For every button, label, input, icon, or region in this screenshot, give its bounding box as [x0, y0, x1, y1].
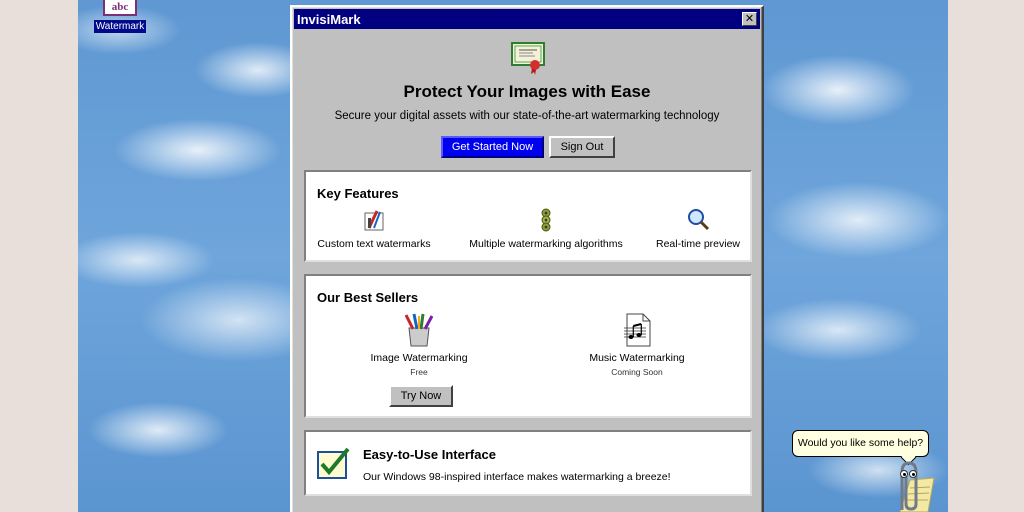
- feature-label: Real-time preview: [655, 238, 741, 250]
- gears-stack-icon: [541, 208, 551, 232]
- magnifier-icon: [688, 209, 710, 231]
- paint-brushes-icon: [404, 313, 434, 347]
- feature-realtime-preview: Real-time preview: [646, 208, 750, 250]
- window-titlebar[interactable]: InvisiMark ✕: [294, 9, 760, 29]
- feature-label: Custom text watermarks: [317, 238, 431, 250]
- close-button[interactable]: ✕: [742, 12, 757, 26]
- interface-title: Easy-to-Use Interface: [363, 447, 496, 462]
- feature-label: Multiple watermarking algorithms: [469, 238, 623, 250]
- desktop-icon-label: Watermark: [93, 20, 147, 33]
- interface-description: Our Windows 98-inspired interface makes …: [363, 471, 671, 483]
- product-price: Free: [410, 367, 428, 377]
- product-name: Music Watermarking: [589, 352, 685, 364]
- music-file-icon: [624, 313, 651, 347]
- key-features-title: Key Features: [317, 186, 399, 201]
- feature-custom-text: Custom text watermarks: [312, 208, 436, 250]
- best-sellers-panel: Our Best Sellers Image Watermarking Free…: [304, 274, 752, 418]
- easy-interface-panel: Easy-to-Use Interface Our Windows 98-ins…: [304, 430, 752, 496]
- seller-music-watermarking: Music Watermarking Coming Soon: [572, 312, 702, 377]
- product-price: Coming Soon: [611, 367, 663, 377]
- checkmark-icon: [317, 447, 350, 479]
- invisimark-window: InvisiMark ✕ Protect Your Images with Ea…: [290, 5, 764, 512]
- seller-image-watermarking: Image Watermarking Free: [356, 312, 482, 377]
- get-started-button[interactable]: Get Started Now: [441, 136, 544, 158]
- try-now-button[interactable]: Try Now: [389, 385, 453, 407]
- abc-document-icon: abc: [103, 0, 137, 16]
- product-name: Image Watermarking: [370, 352, 468, 364]
- certificate-icon: [511, 42, 545, 75]
- best-sellers-title: Our Best Sellers: [317, 290, 419, 305]
- paperclip-assistant-icon[interactable]: [880, 460, 936, 512]
- hero-title: Protect Your Images with Ease: [403, 82, 651, 101]
- sign-out-button[interactable]: Sign Out: [549, 136, 615, 158]
- feature-multiple-algorithms: Multiple watermarking algorithms: [461, 208, 631, 250]
- hero-subtitle: Secure your digital assets with our stat…: [334, 110, 720, 122]
- help-bubble[interactable]: Would you like some help?: [792, 430, 929, 457]
- window-title: InvisiMark: [297, 11, 361, 27]
- desktop-icon-watermark[interactable]: abc Watermark: [92, 0, 148, 34]
- key-features-panel: Key Features Custom text watermarks Mult…: [304, 170, 752, 262]
- text-tools-icon: [364, 210, 384, 231]
